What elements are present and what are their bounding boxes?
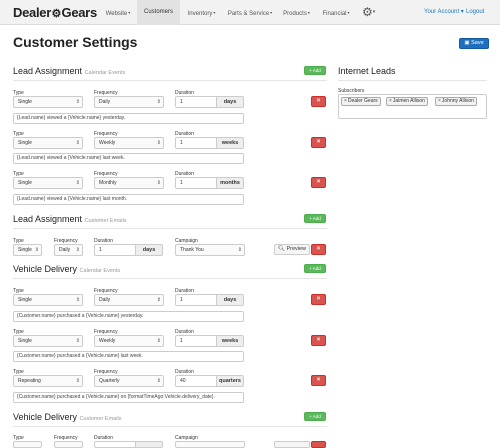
- frequency-select[interactable]: Daily ⇕: [94, 294, 164, 306]
- search-icon: 🔍︎: [277, 246, 285, 252]
- duration-input[interactable]: 1: [94, 244, 136, 256]
- nav-inventory[interactable]: Inventory▾: [183, 0, 220, 25]
- duration-unit: [136, 441, 163, 448]
- message-input[interactable]: {Lead.name} viewed a {Vehicle.name} yest…: [13, 113, 244, 124]
- divider: [13, 278, 327, 279]
- duration-unit: weeks: [217, 137, 244, 149]
- subscriber-tag: ×Dealer Gears: [341, 97, 381, 106]
- nav-products[interactable]: Products▾: [280, 0, 313, 25]
- delete-button[interactable]: ×: [311, 375, 326, 386]
- add-lead-email-button[interactable]: + Add: [304, 214, 326, 223]
- subscriber-tag: ×Jaimen Allison: [386, 97, 428, 106]
- subscriber-tag: ×Johnny Allison: [435, 97, 477, 106]
- message-input[interactable]: {Customer.name} purchased a {Vehicle.nam…: [13, 351, 244, 362]
- delete-button[interactable]: ×: [311, 177, 326, 188]
- duration-input[interactable]: 1: [175, 177, 217, 189]
- section-title-lead-calendar: Lead Assignment Calendar Events: [13, 66, 126, 76]
- nav-website[interactable]: Website▾: [101, 0, 135, 25]
- gear-logo-icon: ⚙: [51, 8, 62, 20]
- section-title-vehicle-calendar: Vehicle Delivery Calendar Events: [13, 264, 121, 274]
- campaign-select[interactable]: Thank You ⇕: [175, 244, 245, 256]
- type-select[interactable]: Repeating ⇕: [13, 375, 83, 387]
- duration-input[interactable]: 40: [175, 375, 217, 387]
- delete-button[interactable]: ×: [311, 96, 326, 107]
- remove-tag-icon[interactable]: ×: [344, 98, 347, 104]
- type-select[interactable]: Single ⇕: [13, 244, 42, 256]
- message-input[interactable]: {Lead.name} viewed a {Vehicle.name} last…: [13, 194, 244, 205]
- duration-unit: months: [217, 177, 244, 189]
- frequency-select[interactable]: Quarterly ⇕: [94, 375, 164, 387]
- add-vehicle-email-button[interactable]: + Add: [304, 412, 326, 421]
- top-navbar: Dealer⚙Gears Website▾ Customers Inventor…: [0, 0, 500, 25]
- duration-unit: days: [217, 96, 244, 108]
- divider: [13, 228, 327, 229]
- subscribers-input[interactable]: ×Dealer Gears ×Jaimen Allison ×Johnny Al…: [338, 94, 487, 119]
- message-input[interactable]: {Customer.name} purchased a {Vehicle.nam…: [13, 392, 244, 403]
- add-lead-calendar-button[interactable]: + Add: [304, 66, 326, 75]
- duration-input[interactable]: 1: [175, 137, 217, 149]
- frequency-select[interactable]: Monthly ⇕: [94, 177, 164, 189]
- remove-tag-icon[interactable]: ×: [438, 98, 441, 104]
- message-input[interactable]: {Customer.name} purchased a {Vehicle.nam…: [13, 311, 244, 322]
- duration-input[interactable]: 1: [175, 335, 217, 347]
- save-icon: ▣: [464, 40, 470, 46]
- duration-input[interactable]: 1: [175, 294, 217, 306]
- frequency-select[interactable]: Daily ⇕: [94, 96, 164, 108]
- duration-unit: days: [217, 294, 244, 306]
- divider: [338, 80, 487, 81]
- frequency-select[interactable]: Weekly ⇕: [94, 137, 164, 149]
- duration-input[interactable]: [94, 441, 136, 448]
- frequency-select[interactable]: [54, 441, 83, 448]
- frequency-select[interactable]: Weekly ⇕: [94, 335, 164, 347]
- delete-button[interactable]: ×: [311, 335, 326, 346]
- type-select[interactable]: Single ⇕: [13, 137, 83, 149]
- brand-logo[interactable]: Dealer⚙Gears: [13, 5, 97, 20]
- settings-gear-icon[interactable]: ⚙▾: [362, 5, 375, 19]
- delete-button[interactable]: ×: [311, 137, 326, 148]
- section-title-lead-emails: Lead Assignment Customer Emails: [13, 214, 127, 224]
- nav-parts-service[interactable]: Parts & Service▾: [224, 0, 276, 25]
- delete-button[interactable]: ×: [311, 294, 326, 305]
- type-select[interactable]: Single ⇕: [13, 294, 83, 306]
- duration-unit: days: [136, 244, 163, 256]
- type-select[interactable]: Single ⇕: [13, 177, 83, 189]
- frequency-select[interactable]: Daily ⇕: [54, 244, 83, 256]
- divider: [13, 426, 327, 427]
- nav-your-account[interactable]: Your Account ▾: [424, 0, 464, 25]
- remove-tag-icon[interactable]: ×: [389, 98, 392, 104]
- divider: [13, 80, 327, 81]
- preview-button[interactable]: 🔍︎ Preview: [274, 244, 310, 255]
- campaign-select[interactable]: [175, 441, 245, 448]
- duration-unit: weeks: [217, 335, 244, 347]
- duration-input[interactable]: 1: [175, 96, 217, 108]
- nav-customers[interactable]: Customers: [137, 0, 180, 25]
- nav-logout[interactable]: Logout: [466, 0, 484, 25]
- type-select[interactable]: [13, 441, 42, 448]
- duration-unit: quarters: [217, 375, 244, 387]
- type-select[interactable]: Single ⇕: [13, 96, 83, 108]
- add-vehicle-calendar-button[interactable]: + Add: [304, 264, 326, 273]
- section-title-vehicle-emails: Vehicle Delivery Customer Emails: [13, 412, 122, 422]
- page-title: Customer Settings: [13, 34, 138, 50]
- preview-button[interactable]: [274, 441, 310, 448]
- delete-button[interactable]: [311, 441, 326, 448]
- delete-button[interactable]: ×: [311, 244, 326, 255]
- type-select[interactable]: Single ⇕: [13, 335, 83, 347]
- message-input[interactable]: {Lead.name} viewed a {Vehicle.name} last…: [13, 153, 244, 164]
- internet-leads-title: Internet Leads: [338, 66, 396, 76]
- save-button[interactable]: ▣ Save: [459, 38, 489, 49]
- nav-financial[interactable]: Financial▾: [318, 0, 354, 25]
